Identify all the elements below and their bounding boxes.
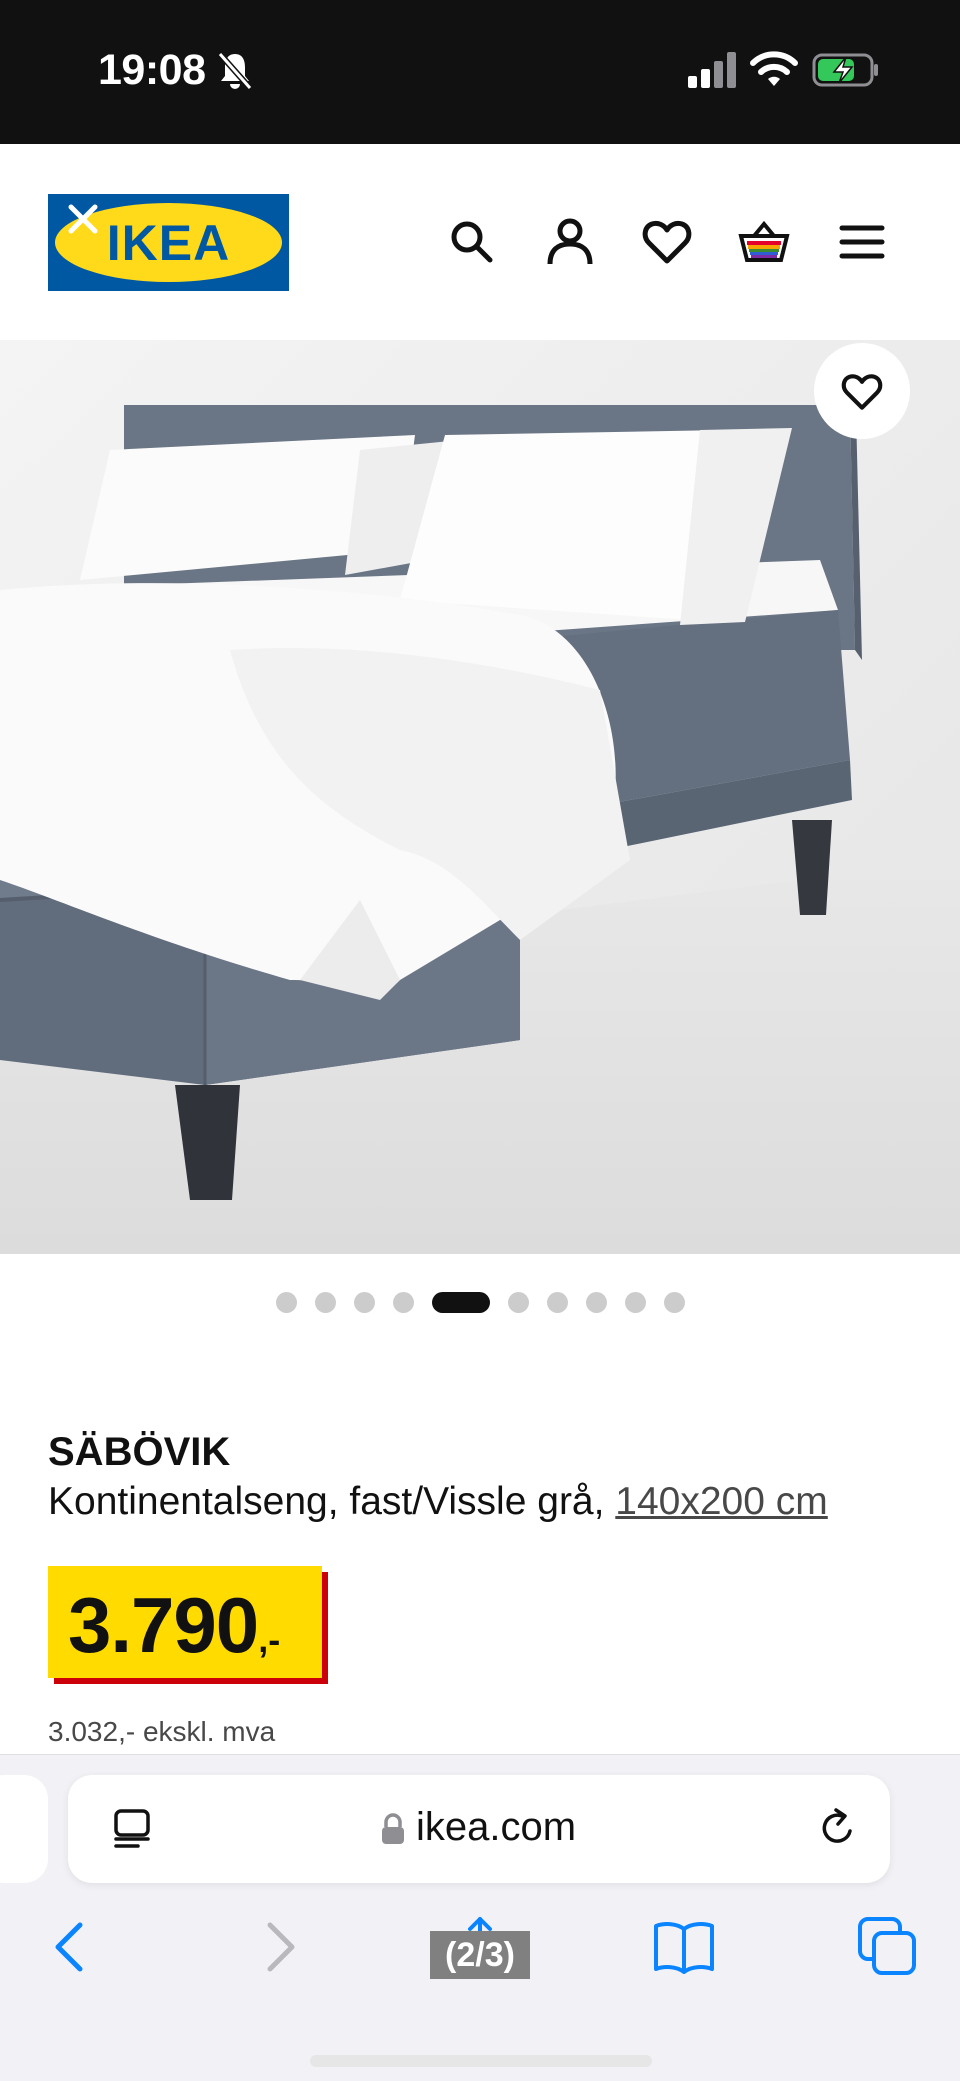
carousel-dot[interactable] <box>585 1291 607 1313</box>
price-ex-vat: 3.032,- ekskl. mva <box>48 1716 276 1747</box>
reload-icon[interactable] <box>814 1805 860 1851</box>
carousel-dot[interactable] <box>663 1291 685 1313</box>
site-header: IKEA <box>0 144 960 340</box>
account-icon[interactable] <box>544 216 596 268</box>
carousel-dot[interactable] <box>275 1291 297 1313</box>
previous-tab-preview[interactable] <box>0 1775 48 1883</box>
ikea-logo[interactable]: IKEA <box>48 194 289 291</box>
product-name: SÄBÖVIK <box>48 1430 231 1474</box>
menu-icon[interactable] <box>836 216 888 268</box>
carousel-dot[interactable] <box>314 1291 336 1313</box>
tabs-icon[interactable] <box>856 1915 920 1979</box>
product-image[interactable] <box>0 340 960 1254</box>
battery-charging-icon <box>812 53 878 87</box>
product-description-text: Kontinentalseng, fast/Vissle grå, <box>48 1480 616 1523</box>
status-time: 19:08 <box>98 46 206 94</box>
favorite-button[interactable] <box>814 343 910 439</box>
tab-counter: (2/3) <box>430 1931 530 1979</box>
price-suffix: ,- <box>258 1619 281 1660</box>
status-bar: 19:08 <box>0 0 960 144</box>
shopping-bag-icon[interactable] <box>738 216 790 268</box>
bell-muted-icon <box>217 52 253 90</box>
carousel-dot[interactable] <box>353 1291 375 1313</box>
carousel-dot[interactable] <box>431 1291 490 1313</box>
url-text: ikea.com <box>416 1805 577 1849</box>
price-integer: 3.790 <box>68 1581 259 1669</box>
search-icon[interactable] <box>446 216 498 268</box>
browser-toolbar: ikea.com (2/3) <box>0 1754 960 2081</box>
carousel-dot[interactable] <box>392 1291 414 1313</box>
home-indicator <box>310 2055 652 2067</box>
cellular-signal-icon <box>688 52 736 88</box>
forward-icon[interactable] <box>246 1915 310 1979</box>
product-description: Kontinentalseng, fast/Vissle grå, 140x20… <box>48 1480 828 1524</box>
image-carousel-indicator <box>0 1290 960 1314</box>
carousel-dot[interactable] <box>546 1291 568 1313</box>
price-tag-main: 3.790,- <box>48 1566 322 1678</box>
back-icon[interactable] <box>40 1915 104 1979</box>
bed-illustration <box>0 340 960 1254</box>
close-icon[interactable] <box>66 202 100 236</box>
carousel-dot[interactable] <box>624 1291 646 1313</box>
bookmarks-icon[interactable] <box>652 1915 716 1979</box>
heart-icon <box>841 374 883 410</box>
address-bar[interactable]: ikea.com <box>68 1775 890 1883</box>
heart-icon[interactable] <box>641 216 693 268</box>
lock-icon <box>382 1813 404 1844</box>
wifi-icon <box>750 51 798 86</box>
reader-mode-icon[interactable] <box>110 1807 154 1851</box>
carousel-dot[interactable] <box>507 1291 529 1313</box>
size-link[interactable]: 140x200 cm <box>615 1480 827 1523</box>
